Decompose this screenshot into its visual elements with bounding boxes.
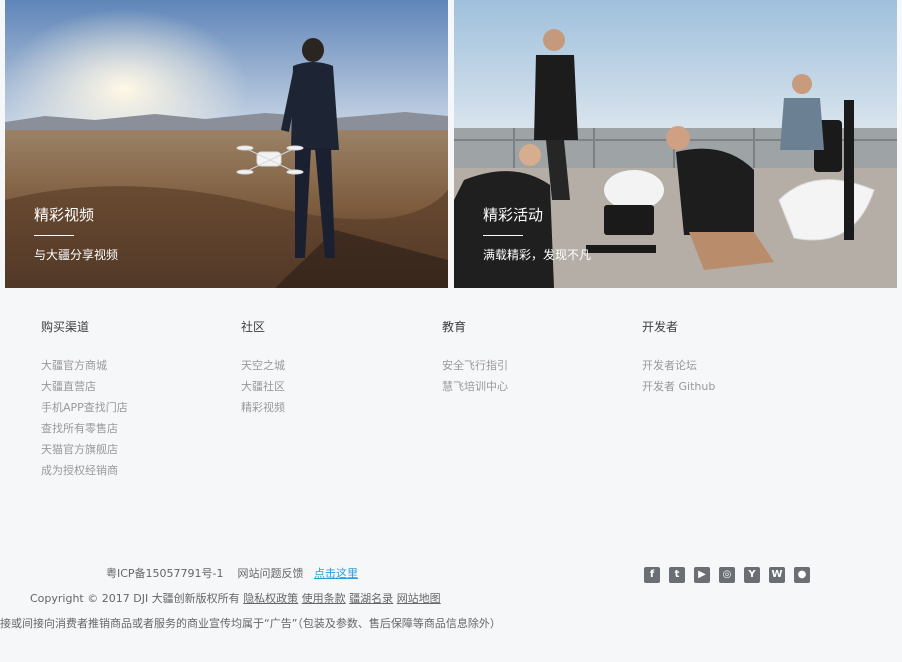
footer-link[interactable]: 精彩视频 <box>241 397 285 418</box>
youku-icon[interactable]: Y <box>744 567 760 583</box>
banner-videos-title: 精彩视频 <box>34 206 95 224</box>
footer-col-community: 社区 天空之城 大疆社区 精彩视频 <box>241 320 285 418</box>
directory-link[interactable]: 疆湖名录 <box>349 592 393 605</box>
banner-videos-caption: 精彩视频 与大疆分享视频 <box>34 205 118 263</box>
footer-col-heading: 开发者 <box>642 320 679 334</box>
footer-col-heading: 购买渠道 <box>41 320 90 334</box>
copyright-line: Copyright © 2017 DJI 大疆创新版权所有 隐私权政策 使用条款… <box>30 590 441 606</box>
feedback-link[interactable]: 点击这里 <box>314 567 358 580</box>
footer-link[interactable]: 大疆官方商城 <box>41 355 128 376</box>
footer-link[interactable]: 开发者论坛 <box>642 355 715 376</box>
twitter-icon[interactable]: t <box>669 567 685 583</box>
facebook-icon[interactable]: f <box>644 567 660 583</box>
instagram-icon[interactable]: ◎ <box>719 567 735 583</box>
caption-divider <box>483 235 523 236</box>
footer-link[interactable]: 开发者 Github <box>642 376 715 397</box>
footer-col-heading: 教育 <box>442 320 467 334</box>
banner-videos[interactable]: 精彩视频 与大疆分享视频 <box>5 0 448 288</box>
footer-col-developer: 开发者 开发者论坛 开发者 Github <box>642 320 715 397</box>
icp-number: 粤ICP备15057791号-1 <box>106 567 224 580</box>
footer-link[interactable]: 成为授权经销商 <box>41 460 128 481</box>
banner-events-caption: 精彩活动 满载精彩，发现不凡 <box>483 205 591 263</box>
social-icons: f t ▶ ◎ Y W ● <box>644 567 810 583</box>
feedback-label: 网站问题反馈 <box>237 567 304 580</box>
caption-divider <box>34 235 74 236</box>
footer-link[interactable]: 慧飞培训中心 <box>442 376 508 397</box>
footer-link[interactable]: 大疆社区 <box>241 376 285 397</box>
footer-link[interactable]: 天空之城 <box>241 355 285 376</box>
sitemap-link[interactable]: 网站地图 <box>397 592 441 605</box>
footer-col-education: 教育 安全飞行指引 慧飞培训中心 <box>442 320 508 397</box>
footer-link[interactable]: 天猫官方旗舰店 <box>41 439 128 460</box>
youtube-icon[interactable]: ▶ <box>694 567 710 583</box>
footer-link[interactable]: 安全飞行指引 <box>442 355 508 376</box>
ad-notice: 接或间接向消费者推销商品或者服务的商业宣传均属于“广告”（包装及参数、售后保障等… <box>0 617 501 630</box>
copyright-text: Copyright © 2017 DJI 大疆创新版权所有 <box>30 592 240 605</box>
wechat-icon[interactable]: ● <box>794 567 810 583</box>
banner-events[interactable]: 精彩活动 满载精彩，发现不凡 <box>454 0 897 288</box>
icp-line: 粤ICP备15057791号-1 网站问题反馈 点击这里 <box>106 565 358 581</box>
footer-link[interactable]: 手机APP查找门店 <box>41 397 128 418</box>
footer-link[interactable]: 大疆直营店 <box>41 376 128 397</box>
footer-col-heading: 社区 <box>241 320 266 334</box>
footer-col-purchase: 购买渠道 大疆官方商城 大疆直营店 手机APP查找门店 查找所有零售店 天猫官方… <box>41 320 128 481</box>
footer-link[interactable]: 查找所有零售店 <box>41 418 128 439</box>
privacy-policy-link[interactable]: 隐私权政策 <box>243 592 298 605</box>
weibo-icon[interactable]: W <box>769 567 785 583</box>
banner-events-subtitle: 满载精彩，发现不凡 <box>483 248 592 262</box>
terms-link[interactable]: 使用条款 <box>302 592 346 605</box>
banner-events-title: 精彩活动 <box>483 206 544 224</box>
banner-videos-subtitle: 与大疆分享视频 <box>34 248 119 262</box>
